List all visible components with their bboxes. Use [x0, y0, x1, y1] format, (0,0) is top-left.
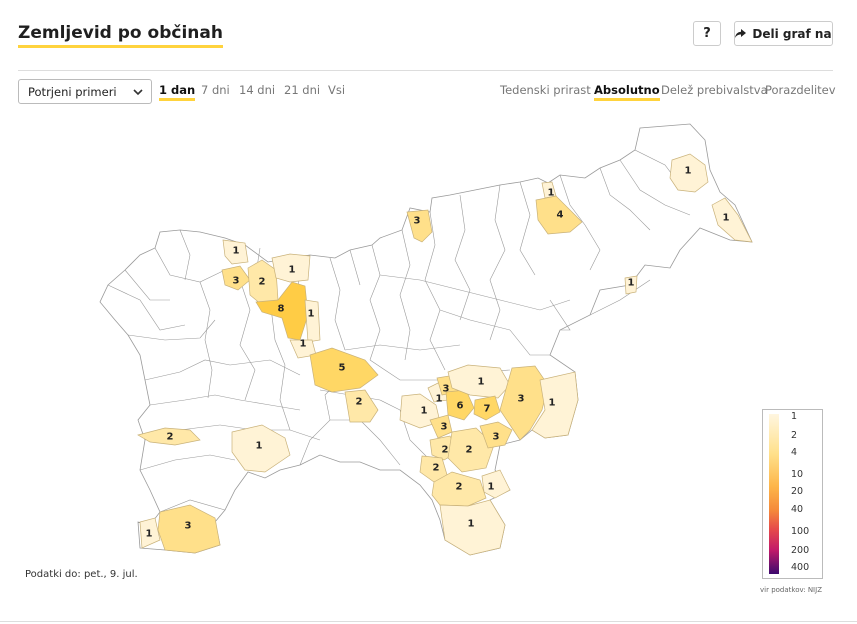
data-source: vir podatkov: NIJZ — [760, 586, 822, 594]
municipality-value-label: 5 — [339, 363, 346, 374]
municipality-value-label: 2 — [167, 432, 174, 443]
header-divider — [18, 70, 833, 71]
data-date-note: Podatki do: pet., 9. jul. — [25, 569, 138, 580]
municipality-value-label: 1 — [468, 519, 475, 530]
municipality-value-label: 6 — [457, 401, 464, 412]
share-button[interactable]: Deli graf na — [734, 21, 833, 46]
tab-period-1[interactable]: 1 dan — [159, 83, 196, 101]
page-title: Zemljevid po občinah — [18, 22, 223, 48]
legend-color-bar — [769, 414, 779, 574]
chevron-down-icon — [133, 88, 143, 95]
metric-select[interactable]: Potrjeni primeri — [18, 79, 152, 104]
tab-mode-weekly[interactable]: Tedenski prirast — [500, 83, 591, 97]
legend-tick: 1 — [791, 411, 798, 422]
municipality-value-label: 1 — [289, 265, 296, 276]
municipality-value-label: 2 — [456, 482, 463, 493]
municipality-value-label: 1 — [685, 166, 692, 177]
municipality-value-label: 1 — [146, 529, 153, 540]
metric-select-value: Potrjeni primeri — [28, 84, 117, 99]
municipality-value-label: 3 — [185, 521, 192, 532]
legend-tick: 2 — [791, 430, 798, 441]
tab-mode-distribution[interactable]: Porazdelitev — [765, 83, 836, 97]
municipality-value-label: 1 — [436, 394, 443, 405]
municipality-value-label: 3 — [414, 216, 421, 227]
tab-period-5[interactable]: Vsi — [328, 83, 345, 97]
municipality-value-label: 4 — [557, 210, 564, 221]
municipality-value-label: 3 — [493, 432, 500, 443]
legend-tick: 100 — [791, 526, 810, 537]
country-outline — [99, 123, 753, 556]
municipality-value-label: 1 — [548, 188, 555, 199]
legend-tick: 4 — [791, 447, 798, 458]
municipality-value-label: 3 — [233, 276, 240, 287]
help-button[interactable]: ? — [693, 21, 721, 46]
share-button-label: Deli graf na — [752, 26, 832, 41]
tab-period-3[interactable]: 14 dni — [239, 83, 275, 97]
municipality-value-label: 2 — [259, 277, 266, 288]
municipality-value-label: 1 — [421, 406, 428, 417]
municipality-value-label: 2 — [433, 463, 440, 474]
municipality-value-label: 1 — [308, 309, 315, 320]
share-arrow-icon — [735, 28, 747, 38]
tab-period-2[interactable]: 7 dni — [201, 83, 230, 97]
color-legend: 1 2 4 10 20 40 100 200 400 — [762, 409, 823, 579]
municipality-value-label: 1 — [300, 339, 307, 350]
municipality-value-label: 1 — [488, 482, 495, 493]
municipality-value-label: 1 — [723, 213, 730, 224]
municipality-value-label: 2 — [442, 445, 449, 456]
legend-tick: 20 — [791, 486, 804, 497]
municipality-value-label: 1 — [628, 278, 635, 289]
municipality-value-label: 1 — [233, 246, 240, 257]
municipality-value-label: 1 — [256, 441, 263, 452]
legend-tick: 400 — [791, 562, 810, 573]
legend-tick: 40 — [791, 504, 804, 515]
legend-tick: 200 — [791, 545, 810, 556]
municipality-value-label: 1 — [549, 398, 556, 409]
municipality-value-label: 1 — [478, 377, 485, 388]
slovenia-municipality-map: 11143113 218 11521136173 132 2321212113 — [99, 123, 753, 556]
municipality-value-label: 2 — [466, 445, 473, 456]
tab-period-4[interactable]: 21 dni — [284, 83, 320, 97]
municipality-value-label: 3 — [518, 394, 525, 405]
tab-mode-absolute[interactable]: Absolutno — [594, 83, 660, 101]
tab-mode-share[interactable]: Delež prebivalstva — [661, 83, 768, 97]
municipality-value-label: 3 — [443, 384, 450, 395]
municipality-value-label: 3 — [441, 422, 448, 433]
municipality-value-label: 2 — [356, 397, 363, 408]
footer-divider — [0, 621, 857, 622]
municipality-value-label: 7 — [484, 404, 491, 415]
municipality-value-label: 8 — [278, 304, 285, 315]
legend-tick: 10 — [791, 469, 804, 480]
municipality-filled[interactable] — [304, 299, 321, 343]
